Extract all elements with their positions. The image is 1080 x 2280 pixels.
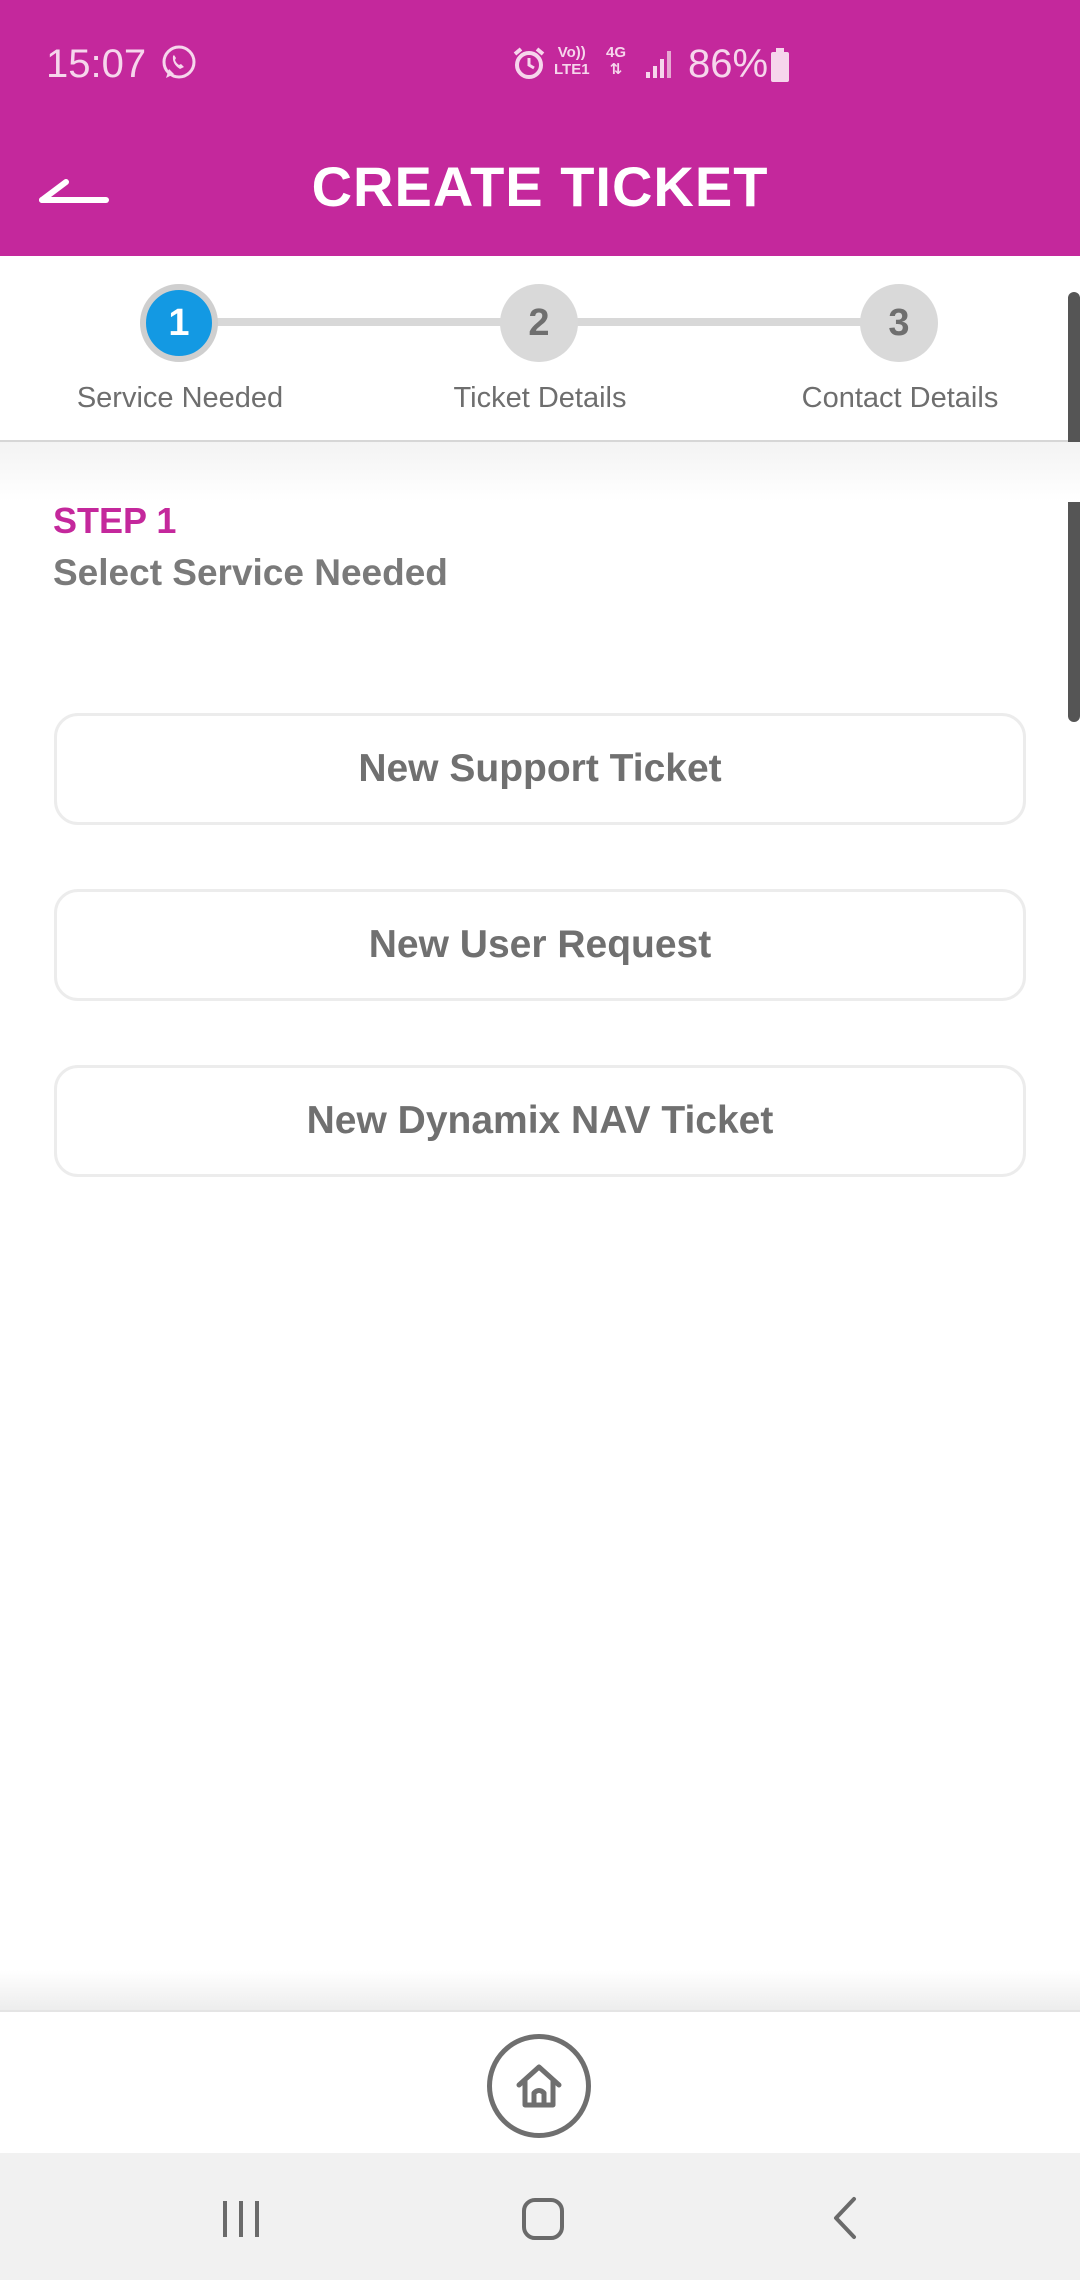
step-number: 1: [168, 301, 190, 344]
step-indicator-3[interactable]: 3: [860, 284, 938, 362]
home-nav-icon: [522, 2198, 564, 2240]
signal-icon: [646, 51, 671, 78]
bottom-bar-shadow: [0, 1970, 1080, 2010]
scrollbar[interactable]: [1068, 292, 1080, 722]
home-nav-button[interactable]: [508, 2183, 578, 2253]
step-label-ticket-details: Ticket Details: [453, 382, 627, 414]
progress-stepper: 1 2 3 Service Needed Ticket Details Cont…: [0, 256, 1080, 442]
step-label-contact-details: Contact Details: [801, 382, 999, 414]
alarm-icon: [513, 47, 545, 79]
recent-apps-icon: [223, 2201, 259, 2237]
step-connector: [180, 318, 540, 326]
system-navigation-bar: [0, 2153, 1080, 2280]
volte-label: Vo)): [557, 44, 586, 61]
home-icon: [516, 2064, 562, 2108]
battery-icon: [771, 48, 789, 82]
app-bar: CREATE TICKET: [0, 130, 1080, 256]
step-number: 3: [888, 301, 910, 344]
new-support-ticket-button[interactable]: New Support Ticket: [54, 713, 1026, 825]
step-label-service-needed: Service Needed: [76, 382, 284, 414]
lte-label: LTE1: [554, 61, 590, 78]
step-heading: Select Service Needed: [53, 552, 448, 593]
home-button[interactable]: [487, 2034, 591, 2138]
recent-apps-button[interactable]: [206, 2183, 276, 2253]
volte-icon: Vo)) LTE1: [554, 44, 590, 78]
status-time: 15:07: [46, 42, 147, 86]
content-top-shadow: [0, 442, 1080, 502]
whatsapp-icon: [162, 45, 196, 79]
bottom-bar: [0, 2010, 1080, 2155]
step-number: 2: [528, 301, 550, 344]
step-indicator-2[interactable]: 2: [500, 284, 578, 362]
new-user-request-button[interactable]: New User Request: [54, 889, 1026, 1001]
network-4g-icon: 4G ⇅: [606, 44, 626, 78]
step-kicker: STEP 1: [53, 500, 177, 541]
network-label: 4G: [606, 44, 627, 61]
back-button[interactable]: [36, 160, 116, 230]
back-nav-icon: [834, 2197, 856, 2239]
page-title: CREATE TICKET: [311, 155, 769, 218]
step-indicator-1[interactable]: 1: [140, 284, 218, 362]
back-nav-button[interactable]: [810, 2183, 880, 2253]
battery-percent: 86%: [688, 42, 769, 86]
status-bar: 15:07 Vo)) LTE1 4G ⇅ 86%: [0, 0, 1080, 130]
step-connector: [540, 318, 900, 326]
new-dynamix-nav-ticket-button[interactable]: New Dynamix NAV Ticket: [54, 1065, 1026, 1177]
data-arrows: ⇅: [609, 61, 623, 78]
back-arrow-icon: [39, 179, 109, 203]
